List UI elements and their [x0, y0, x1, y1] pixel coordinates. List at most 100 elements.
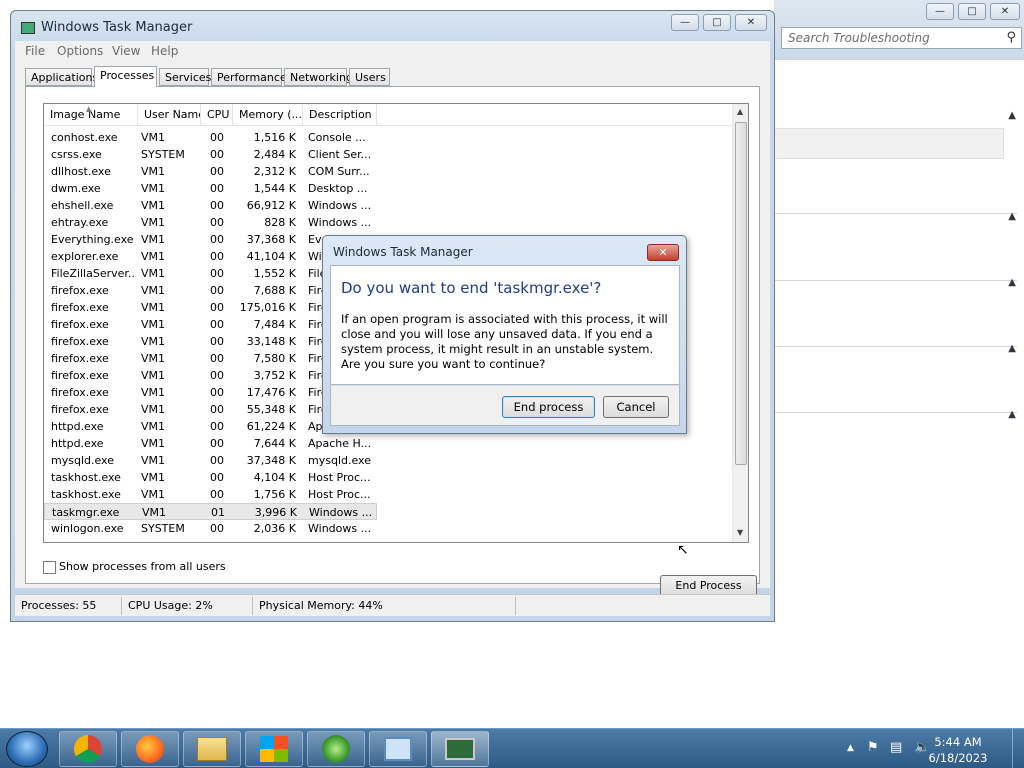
- scroll-up-icon[interactable]: ▲: [737, 107, 743, 116]
- bg-minimize-button[interactable]: —: [926, 3, 954, 20]
- table-row[interactable]: taskhost.exe VM1 00 4,104 K Host Proc...: [44, 469, 377, 486]
- menu-options[interactable]: Options: [57, 44, 103, 58]
- column-image-name[interactable]: ▲ Image Name: [44, 104, 138, 126]
- table-row[interactable]: ehshell.exe VM1 00 66,912 K Windows ...: [44, 197, 377, 214]
- tab-networking[interactable]: Networking: [284, 68, 353, 86]
- cancel-button[interactable]: Cancel: [603, 396, 669, 418]
- chevron-up-icon[interactable]: ▲: [1008, 110, 1016, 121]
- taskbar-media-center[interactable]: [307, 731, 365, 767]
- table-row[interactable]: dllhost.exe VM1 00 2,312 K COM Surr...: [44, 163, 377, 180]
- table-row[interactable]: conhost.exe VM1 00 1,516 K Console ...: [44, 129, 377, 146]
- chevron-up-icon[interactable]: ▲: [1008, 343, 1016, 354]
- table-row[interactable]: csrss.exe SYSTEM 00 2,484 K Client Ser...: [44, 146, 377, 163]
- troubleshooting-search-input[interactable]: Search Troubleshooting ⚲: [781, 27, 1022, 49]
- process-description: Console ...: [308, 131, 366, 144]
- process-cpu: 00: [210, 131, 224, 144]
- taskbar: ▲ ⚑ ▤ 🔈 5:44 AM 6/18/2023: [0, 728, 1024, 768]
- process-cpu: 00: [210, 233, 224, 246]
- process-user: VM1: [141, 386, 166, 399]
- show-all-processes-label[interactable]: Show processes from all users: [59, 560, 226, 573]
- taskbar-network[interactable]: [369, 731, 427, 767]
- process-cpu: 00: [210, 437, 224, 450]
- table-row[interactable]: ehtray.exe VM1 00 828 K Windows ...: [44, 214, 377, 231]
- taskbar-chrome[interactable]: [59, 731, 117, 767]
- minimize-button[interactable]: —: [671, 14, 699, 31]
- tab-performance[interactable]: Performance: [211, 68, 287, 86]
- process-user: VM1: [141, 420, 166, 433]
- process-description: Windows ...: [308, 216, 372, 229]
- dialog-close-button[interactable]: ✕: [647, 244, 679, 261]
- show-all-processes-checkbox[interactable]: [43, 561, 56, 574]
- show-desktop-button[interactable]: [1012, 729, 1024, 768]
- taskbar-task-manager[interactable]: [431, 731, 489, 767]
- scrollbar-thumb[interactable]: [735, 122, 747, 465]
- process-cpu: 00: [210, 403, 224, 416]
- status-processes: Processes: 55: [21, 599, 97, 612]
- process-memory: 7,580 K: [253, 352, 296, 365]
- process-memory: 4,104 K: [253, 471, 296, 484]
- column-user-name[interactable]: User Name: [138, 104, 201, 126]
- search-icon[interactable]: ⚲: [1006, 30, 1016, 45]
- menu-view[interactable]: View: [112, 44, 140, 58]
- process-description: Windows ...: [308, 199, 372, 212]
- process-memory: 37,348 K: [246, 454, 296, 467]
- process-memory: 1,756 K: [253, 488, 296, 501]
- process-user: VM1: [141, 267, 166, 280]
- clock-time: 5:44 AM: [934, 735, 982, 749]
- status-separator: [252, 597, 253, 615]
- bg-maximize-button[interactable]: □: [958, 3, 986, 20]
- column-description[interactable]: Description: [303, 104, 377, 126]
- column-memory[interactable]: Memory (...: [233, 104, 303, 126]
- process-name: firefox.exe: [51, 352, 109, 365]
- process-name: httpd.exe: [51, 420, 104, 433]
- scroll-down-icon[interactable]: ▼: [737, 528, 743, 537]
- table-row[interactable]: dwm.exe VM1 00 1,544 K Desktop ...: [44, 180, 377, 197]
- confirm-end-process-button[interactable]: End process: [502, 396, 595, 418]
- clock-date: 6/18/2023: [928, 751, 988, 765]
- taskbar-windows[interactable]: [245, 731, 303, 767]
- close-button[interactable]: ✕: [735, 14, 767, 31]
- process-memory: 7,484 K: [253, 318, 296, 331]
- taskbar-explorer[interactable]: [183, 731, 241, 767]
- process-name: httpd.exe: [51, 437, 104, 450]
- section-divider: [774, 412, 1017, 413]
- dialog-question: Do you want to end 'taskmgr.exe'?: [341, 279, 602, 297]
- tab-processes[interactable]: Processes: [94, 66, 157, 87]
- tab-applications[interactable]: Applications: [25, 68, 98, 86]
- bg-close-button[interactable]: ✕: [990, 3, 1020, 20]
- column-cpu[interactable]: CPU: [201, 104, 233, 126]
- process-memory: 41,104 K: [246, 250, 296, 263]
- tab-services[interactable]: Services: [159, 68, 211, 86]
- chevron-up-icon[interactable]: ▲: [1008, 409, 1016, 420]
- vertical-scrollbar[interactable]: ▲ ▼: [732, 104, 748, 542]
- process-cpu: 00: [210, 148, 224, 161]
- network-icon[interactable]: ▤: [890, 740, 902, 755]
- windows-flag-icon: [260, 736, 288, 762]
- clock[interactable]: 5:44 AM 6/18/2023: [920, 734, 996, 766]
- process-memory: 2,312 K: [253, 165, 296, 178]
- status-cpu: CPU Usage: 2%: [128, 599, 213, 612]
- menu-help[interactable]: Help: [151, 44, 178, 58]
- action-center-icon[interactable]: ⚑: [867, 740, 879, 755]
- table-row[interactable]: httpd.exe VM1 00 7,644 K Apache H...: [44, 435, 377, 452]
- troubleshooting-selected-row[interactable]: [774, 128, 1004, 159]
- table-row[interactable]: mysqld.exe VM1 00 37,348 K mysqld.exe: [44, 452, 377, 469]
- process-name: dwm.exe: [51, 182, 101, 195]
- menu-file[interactable]: File: [25, 44, 45, 58]
- process-user: VM1: [141, 216, 166, 229]
- chevron-up-icon[interactable]: ▲: [1008, 277, 1016, 288]
- process-user: VM1: [141, 352, 166, 365]
- chevron-up-icon[interactable]: ▲: [1008, 211, 1016, 222]
- maximize-button[interactable]: □: [703, 14, 731, 31]
- process-cpu: 00: [210, 284, 224, 297]
- table-row[interactable]: taskmgr.exe VM1 01 3,996 K Windows ...: [44, 503, 377, 520]
- tab-users[interactable]: Users: [349, 68, 390, 86]
- show-hidden-icons-icon[interactable]: ▲: [847, 743, 854, 753]
- process-name: taskhost.exe: [51, 488, 121, 501]
- table-row[interactable]: taskhost.exe VM1 00 1,756 K Host Proc...: [44, 486, 377, 503]
- start-button[interactable]: [6, 731, 48, 767]
- process-description: COM Surr...: [308, 165, 370, 178]
- table-row[interactable]: winlogon.exe SYSTEM 00 2,036 K Windows ...: [44, 520, 377, 537]
- process-name: dllhost.exe: [51, 165, 111, 178]
- taskbar-firefox[interactable]: [121, 731, 179, 767]
